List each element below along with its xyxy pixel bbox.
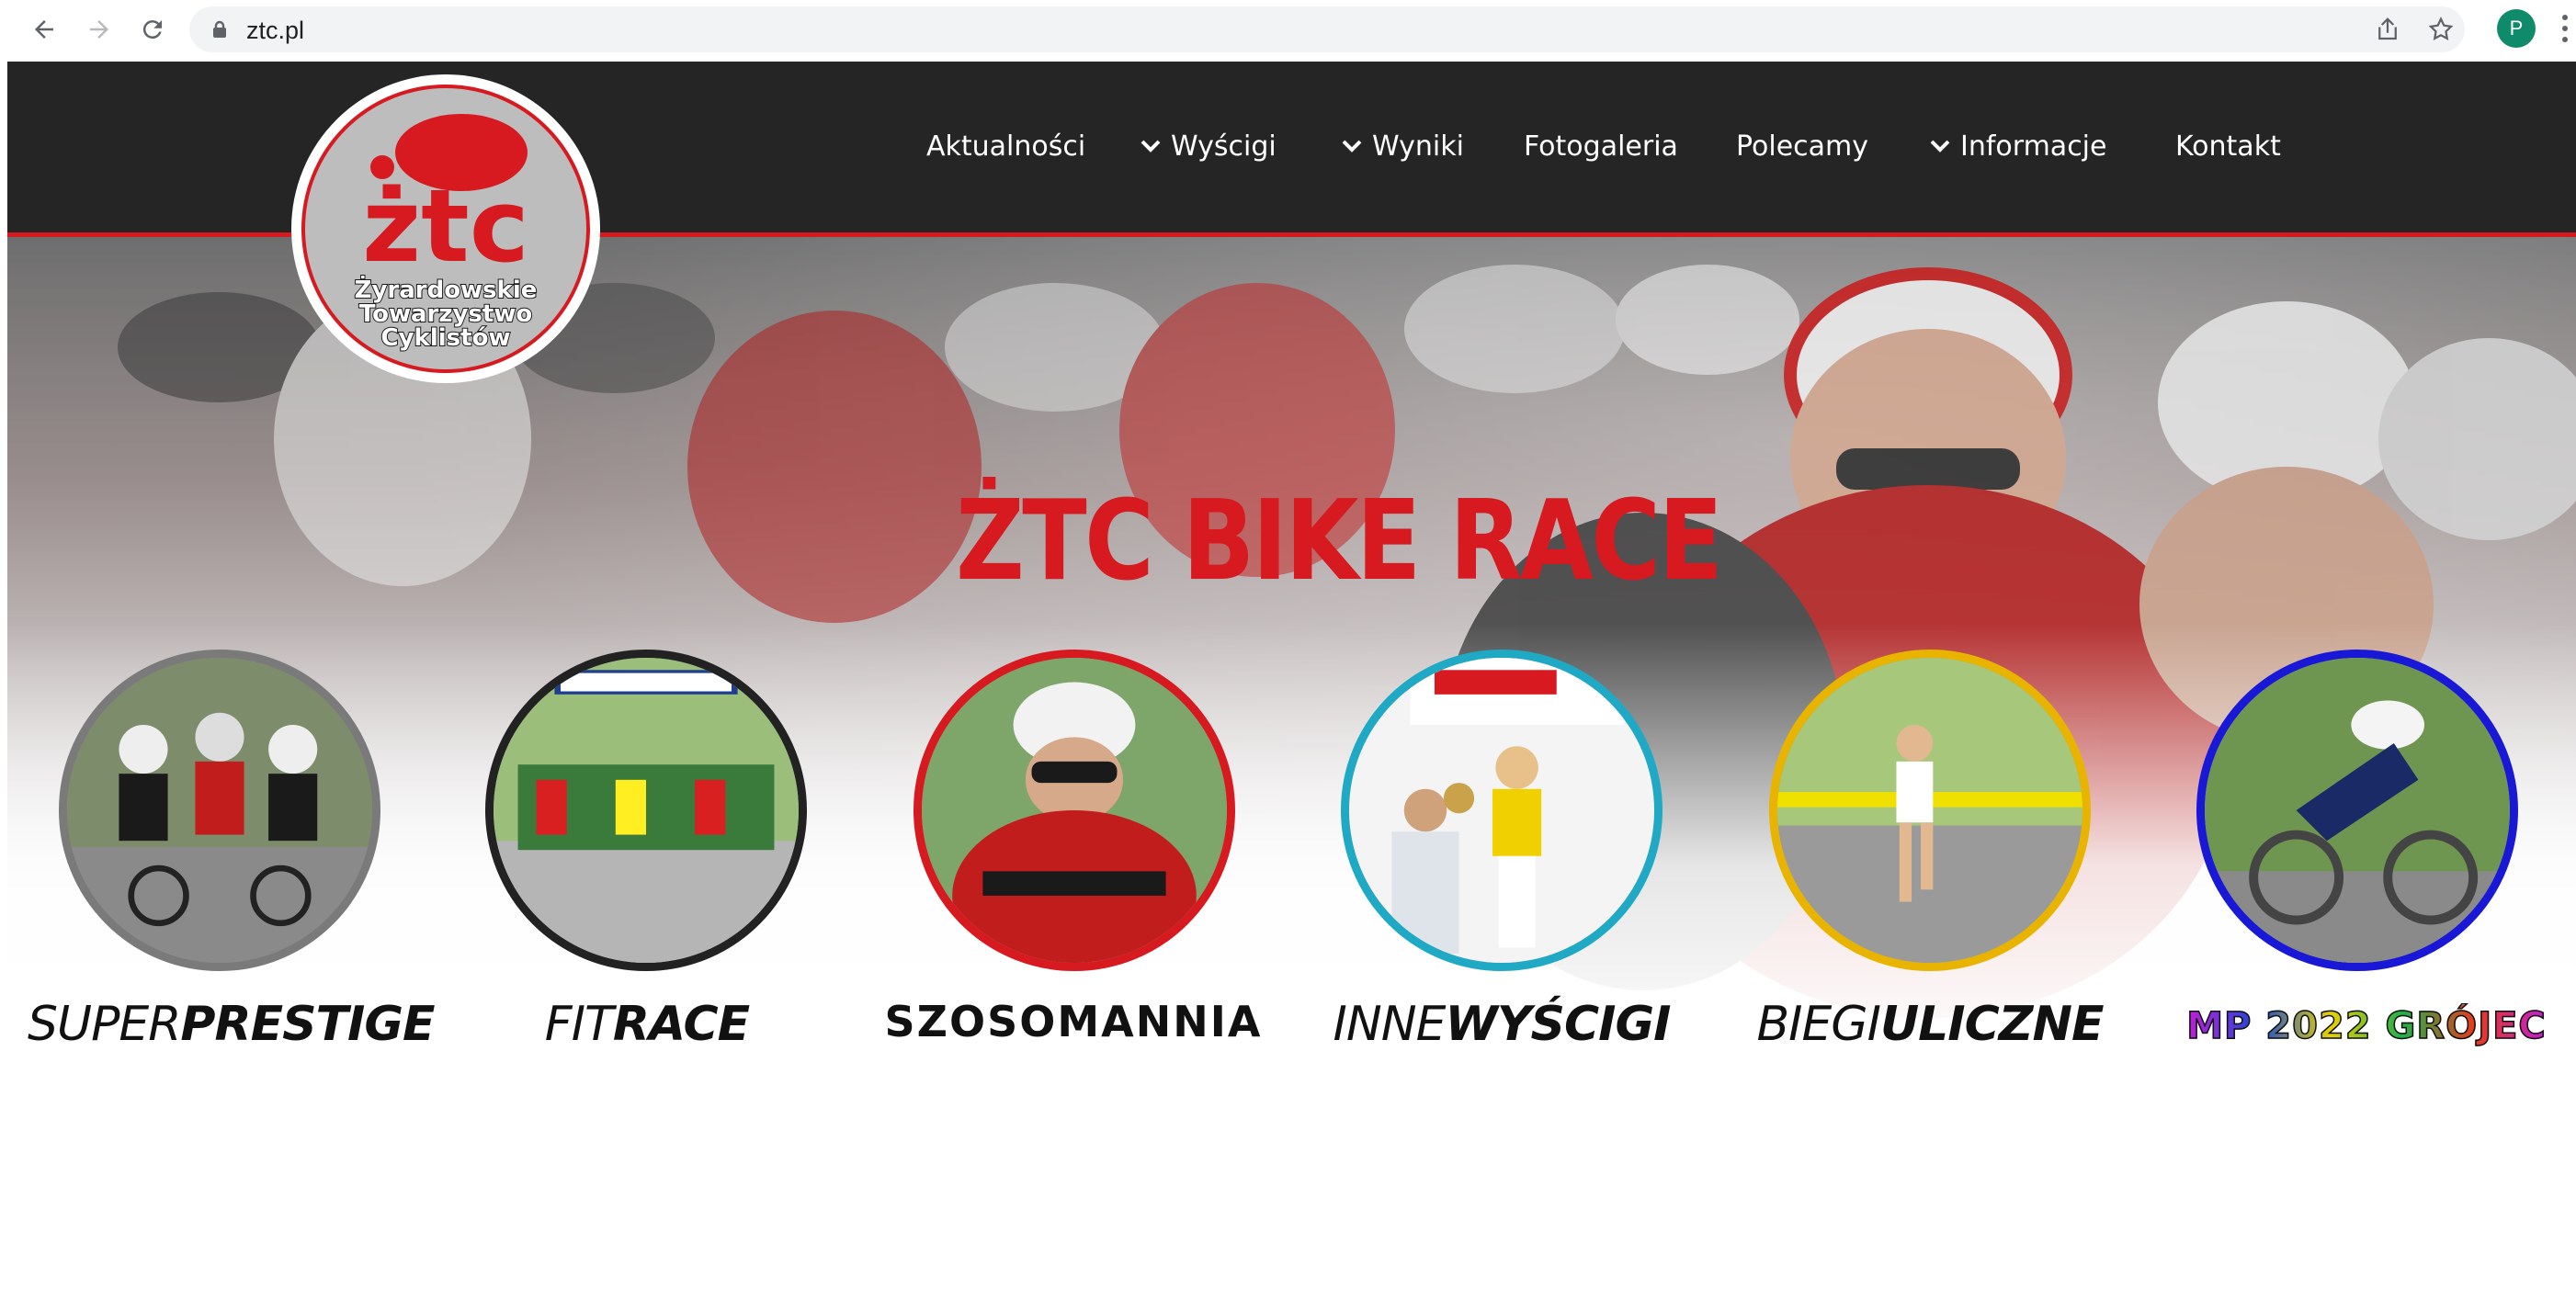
cyclist-closeup-photo: [922, 658, 1227, 963]
chevron-down-icon: [1342, 140, 1362, 153]
event-mp-2022-grojec-image[interactable]: [2196, 650, 2518, 971]
menu-label: Wyniki: [1372, 130, 1464, 163]
menu-item-kontakt[interactable]: Kontakt: [2175, 127, 2281, 167]
title-light: FIT: [544, 997, 614, 1052]
menu-label: Fotogaleria: [1524, 130, 1678, 163]
event-inne-wyscigi-title[interactable]: INNEWYŚCIGI: [1309, 997, 1695, 1052]
menu-item-wyscigi[interactable]: Wyścigi: [1140, 127, 1277, 167]
lock-icon: [213, 20, 226, 38]
event-superprestige-title[interactable]: SUPERPRESTIGE: [28, 997, 436, 1052]
logo-line-1: Żyrardowskie: [354, 277, 539, 304]
peloton-photo: [67, 658, 372, 963]
event-biegi-uliczne-title[interactable]: BIEGIULICZNE: [1737, 997, 2123, 1052]
profile-avatar[interactable]: P: [2497, 9, 2536, 48]
title-light: BIEGI: [1756, 997, 1880, 1052]
event-szosomannia-title[interactable]: SZOSOMANNIA: [880, 997, 1266, 1052]
menu-item-polecamy[interactable]: Polecamy: [1736, 127, 1868, 167]
site-logo[interactable]: żtc Żyrardowskie Towarzystwo Cyklistów: [294, 77, 597, 380]
hero-headline: ŻTC BIKE RACE: [956, 478, 1723, 605]
browser-toolbar: ztc.pl P: [0, 0, 2576, 59]
logo-mark-text: żtc: [362, 167, 529, 285]
kebab-menu-icon[interactable]: [2560, 13, 2570, 44]
podium-photo: [1349, 658, 1654, 963]
star-icon[interactable]: [2427, 16, 2455, 43]
logo-line-2: Towarzystwo: [358, 300, 533, 328]
menu-item-aktualnosci[interactable]: Aktualności: [926, 127, 1085, 167]
title-bold: MP 2022 GRÓJEC: [2186, 1004, 2547, 1048]
event-fitrace-image[interactable]: [485, 650, 807, 971]
title-bold: WYŚCIGI: [1445, 997, 1671, 1052]
menu-label: Polecamy: [1736, 130, 1869, 163]
race-start-photo: [494, 658, 799, 963]
back-arrow-icon: [35, 20, 53, 39]
reload-button[interactable]: [132, 9, 173, 50]
menu-label: Kontakt: [2175, 130, 2281, 163]
title-bold: PRESTIGE: [180, 997, 435, 1052]
title-light: SUPER: [28, 997, 181, 1052]
title-bold: ULICZNE: [1879, 997, 2105, 1052]
logo-line-3: Cyklistów: [380, 324, 512, 352]
forward-button[interactable]: [79, 9, 119, 50]
title-bold: SZOSOMANNIA: [884, 997, 1263, 1046]
menu-item-fotogaleria[interactable]: Fotogaleria: [1524, 127, 1678, 167]
menu-label: Informacje: [1960, 130, 2107, 163]
url-text[interactable]: ztc.pl: [246, 17, 304, 45]
menu-label: Aktualności: [926, 130, 1086, 163]
menu-label: Wyścigi: [1171, 130, 1277, 163]
event-superprestige-image[interactable]: [59, 650, 380, 971]
event-inne-wyscigi-image[interactable]: [1341, 650, 1662, 971]
logo-badge: żtc Żyrardowskie Towarzystwo Cyklistów: [301, 85, 590, 373]
chevron-down-icon: [1140, 140, 1161, 153]
title-light: INNE: [1333, 997, 1446, 1052]
event-szosomannia-image[interactable]: [914, 650, 1235, 971]
event-fitrace-title[interactable]: FITRACE: [454, 997, 840, 1052]
menu-item-informacje[interactable]: Informacje: [1929, 127, 2106, 167]
title-bold: RACE: [612, 997, 750, 1052]
event-biegi-uliczne-image[interactable]: [1769, 650, 2091, 971]
time-trial-photo: [2205, 658, 2510, 963]
chevron-down-icon: [1930, 140, 1950, 153]
menu-item-wyniki[interactable]: Wyniki: [1341, 127, 1464, 167]
share-icon[interactable]: [2374, 16, 2401, 43]
event-mp-2022-grojec-title[interactable]: MP 2022 GRÓJEC: [2164, 1004, 2569, 1060]
forward-arrow-icon: [90, 20, 108, 39]
back-button[interactable]: [24, 9, 64, 50]
reload-icon: [142, 20, 162, 40]
runner-finish-photo: [1777, 658, 2082, 963]
address-bar[interactable]: ztc.pl: [189, 6, 2465, 52]
